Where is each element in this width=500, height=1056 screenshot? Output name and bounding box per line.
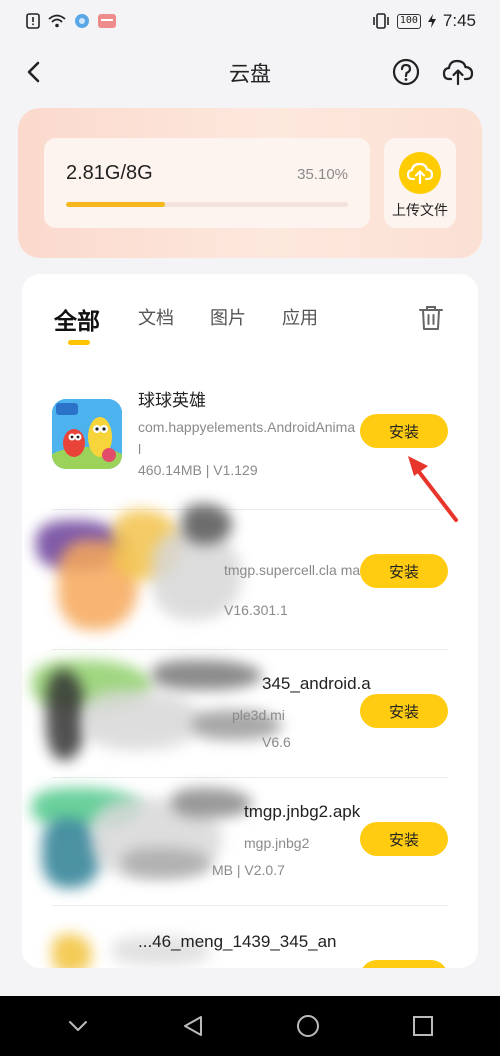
- file-meta: MB | V2.0.7: [212, 862, 285, 878]
- file-package: com.happyelements.AndroidAnimal: [138, 419, 356, 457]
- charging-icon: [427, 14, 436, 28]
- file-name: tmgp.jnbg2.apk: [244, 802, 361, 821]
- storage-usage: 2.81G/8G: [66, 162, 153, 184]
- upload-file-button[interactable]: 上传文件: [384, 138, 456, 228]
- file-package: ple3d.mi: [232, 707, 285, 723]
- file-name: 球球英雄: [138, 391, 206, 411]
- tab-apps[interactable]: 应用: [282, 304, 318, 330]
- install-button[interactable]: 安装: [360, 694, 448, 728]
- trash-icon[interactable]: [418, 304, 444, 332]
- install-button[interactable]: 安装: [360, 960, 448, 968]
- install-button[interactable]: 安装: [360, 414, 448, 448]
- system-nav-bar: [0, 996, 500, 1056]
- file-tabs: 全部 文档 图片 应用: [22, 274, 478, 354]
- clock: 7:45: [442, 11, 476, 30]
- notification-app-icon: [98, 13, 116, 29]
- vibrate-icon: [372, 13, 390, 29]
- page-title: 云盘: [229, 62, 271, 86]
- app-icon: [52, 399, 122, 469]
- top-bar: 云盘: [0, 42, 500, 104]
- back-triangle-icon[interactable]: [179, 1012, 207, 1040]
- tab-all[interactable]: 全部: [54, 302, 100, 336]
- tab-images[interactable]: 图片: [210, 304, 246, 330]
- install-button[interactable]: 安装: [360, 822, 448, 856]
- storage-percent: 35.10%: [297, 166, 348, 183]
- storage-usage-card: 2.81G/8G 35.10%: [44, 138, 370, 228]
- tab-documents[interactable]: 文档: [138, 304, 174, 330]
- file-package: tmgp.supercell.cla mal: [224, 562, 364, 578]
- install-button[interactable]: 安装: [360, 554, 448, 588]
- file-meta: V6.6: [262, 734, 291, 750]
- list-item[interactable]: tmgp.supercell.cla mal V16.301.1 安装: [36, 504, 448, 650]
- redaction-smudge: [182, 504, 232, 544]
- storage-section: 2.81G/8G 35.10% 上传文件: [18, 108, 482, 258]
- cloud-upload-icon[interactable]: [442, 57, 474, 87]
- upload-file-label: 上传文件: [392, 203, 448, 219]
- recents-square-icon[interactable]: [409, 1012, 437, 1040]
- question-circle-icon[interactable]: [392, 58, 420, 86]
- upload-icon: [399, 152, 441, 194]
- redaction-smudge: [122, 848, 212, 878]
- file-panel: 全部 文档 图片 应用 球球英雄 com.happyelements.Andro…: [22, 274, 478, 968]
- file-meta: 460.14MB | V1.129: [138, 462, 258, 478]
- sim-alert-icon: [26, 13, 40, 29]
- list-item[interactable]: 球球英雄 com.happyelements.AndroidAnimal 460…: [52, 370, 448, 510]
- storage-progress-fill: [66, 202, 165, 207]
- file-package: mgp.jnbg2: [244, 835, 310, 851]
- status-bar: 100 7:45: [0, 0, 500, 42]
- tab-active-indicator: [68, 340, 90, 345]
- list-item[interactable]: ...46_meng_1439_345_an 安装: [52, 906, 448, 968]
- file-name: ...46_meng_1439_345_an: [138, 932, 337, 951]
- chevron-down-icon[interactable]: [64, 1012, 92, 1040]
- redaction-smudge: [46, 670, 86, 760]
- file-name: 345_android.a: [262, 674, 371, 693]
- annotation-arrow-icon: [408, 456, 458, 522]
- browser-app-icon: [74, 13, 90, 29]
- chevron-left-icon[interactable]: [20, 58, 48, 86]
- redaction-smudge: [152, 660, 262, 690]
- battery-indicator: 100: [396, 13, 421, 29]
- list-item[interactable]: 345_android.a ple3d.mi V6.6 安装: [32, 650, 448, 778]
- storage-progress-bar: [66, 202, 348, 207]
- file-meta: V16.301.1: [224, 602, 288, 618]
- list-item[interactable]: tmgp.jnbg2.apk mgp.jnbg2 MB | V2.0.7 安装: [32, 778, 448, 906]
- redaction-smudge: [52, 934, 92, 968]
- wifi-icon: [48, 14, 66, 28]
- redaction-smudge: [172, 788, 252, 818]
- redaction-smudge: [82, 690, 202, 750]
- home-circle-icon[interactable]: [294, 1012, 322, 1040]
